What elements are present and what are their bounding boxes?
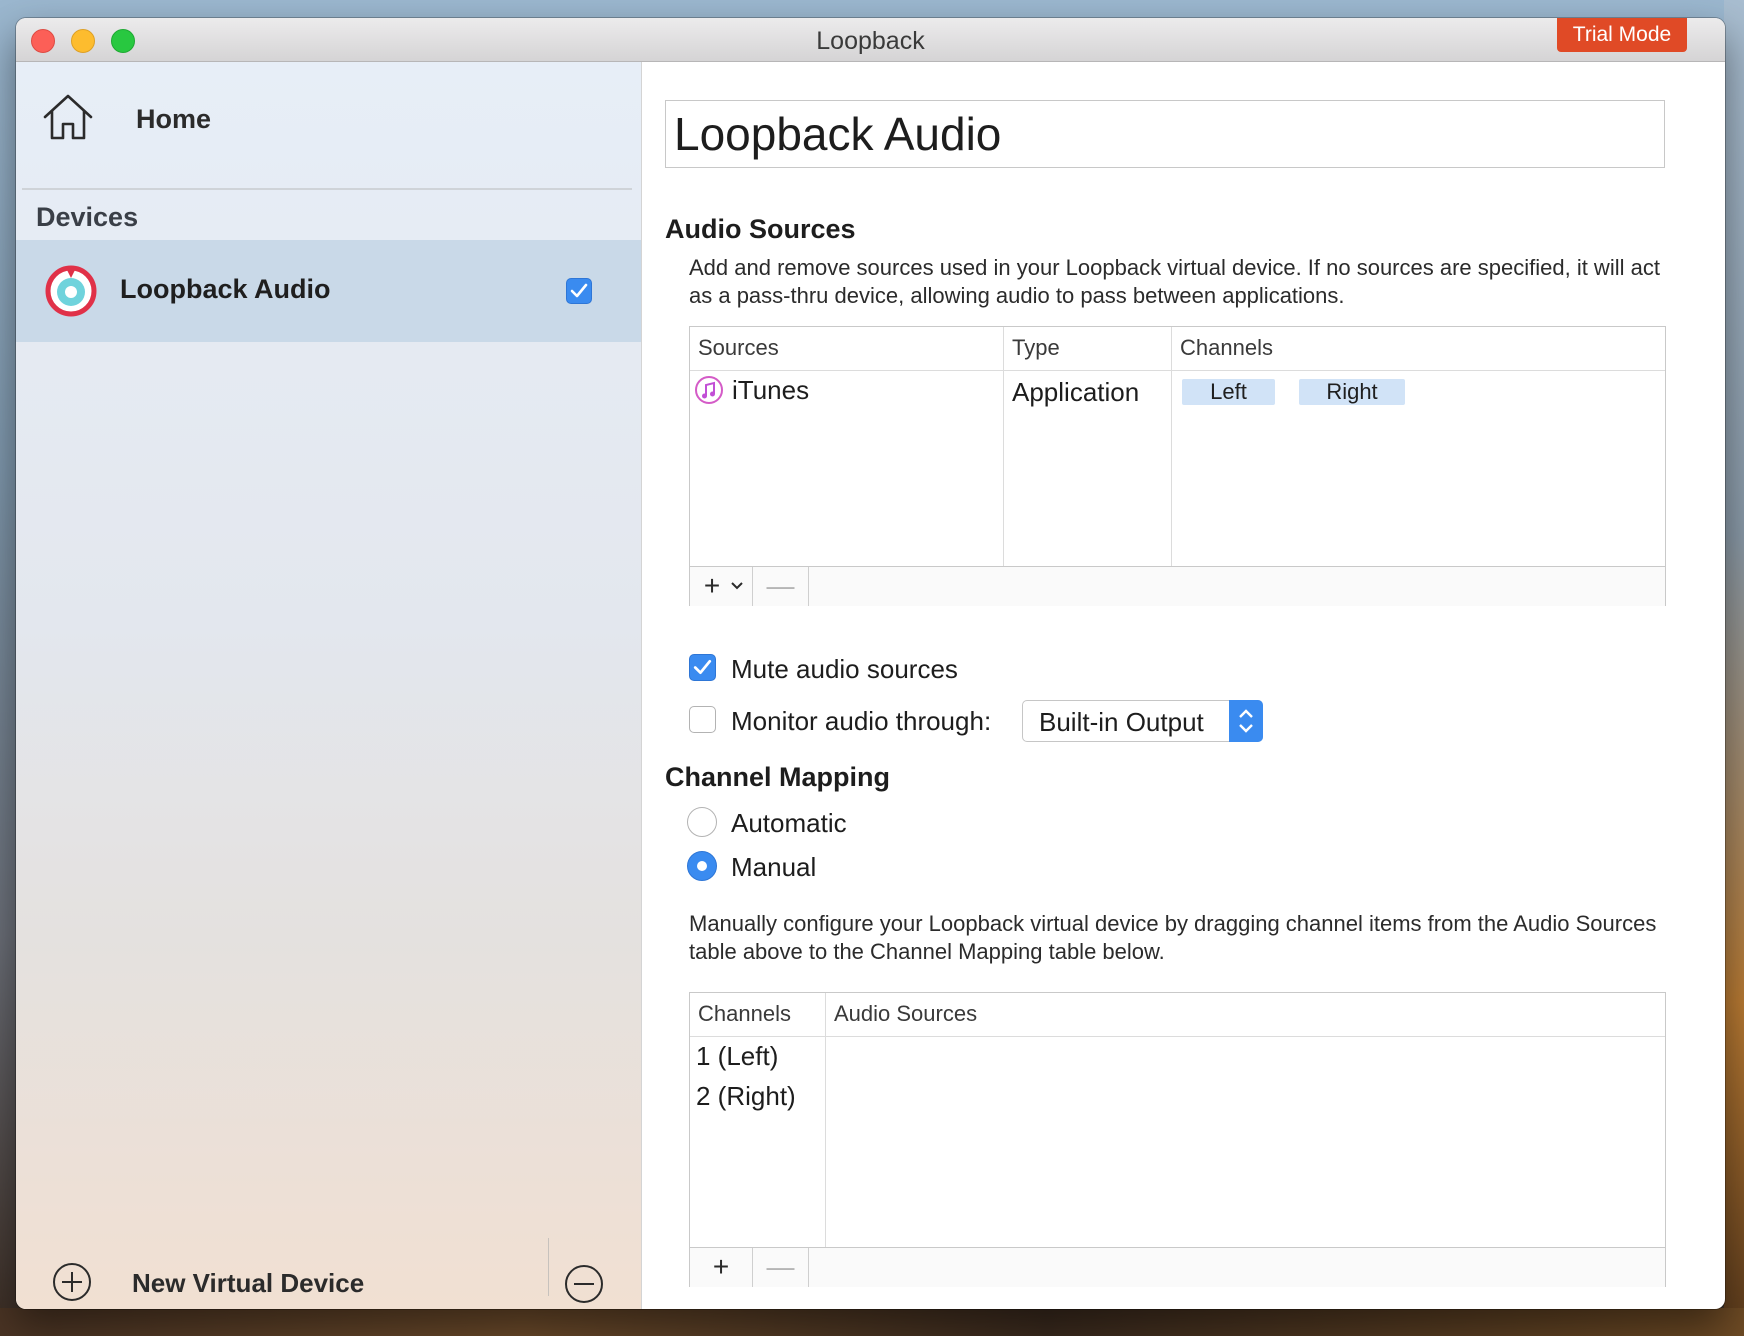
column-header-audio-sources[interactable]: Audio Sources	[826, 993, 1662, 1037]
channel-mapping-table[interactable]: Channels Audio Sources 1 (Left) 2 (Right…	[689, 992, 1666, 1287]
remove-icon: —	[766, 570, 795, 601]
channel-item-right[interactable]: Right	[1299, 379, 1405, 405]
monitor-output-select[interactable]: Built-in Output	[1022, 700, 1263, 742]
remove-source-button[interactable]: —	[753, 567, 809, 606]
header-divider	[690, 1036, 1665, 1037]
home-icon	[43, 94, 93, 140]
add-circle-icon	[53, 1263, 91, 1301]
new-virtual-device-label: New Virtual Device	[132, 1268, 365, 1298]
device-name-field[interactable]: Loopback Audio	[665, 100, 1665, 168]
source-name: iTunes	[732, 375, 810, 405]
trial-mode-badge[interactable]: Trial Mode	[1557, 18, 1687, 52]
select-arrows	[1229, 700, 1263, 742]
audio-sources-description: Add and remove sources used in your Loop…	[689, 255, 1660, 308]
column-header-channels[interactable]: Channels	[690, 993, 826, 1037]
channel-mapping-description: Manually configure your Loopback virtual…	[689, 911, 1657, 964]
chevron-down-icon	[731, 582, 743, 590]
automatic-radio[interactable]	[687, 807, 717, 837]
table-row[interactable]: 1 (Left)	[690, 1039, 825, 1077]
device-detail-panel: Loopback Audio Audio Sources Add and rem…	[643, 62, 1725, 1309]
device-label: Loopback Audio	[120, 274, 331, 304]
sidebar-divider	[22, 188, 632, 190]
monitor-audio-checkbox[interactable]	[689, 706, 716, 733]
table-row[interactable]: 2 (Right)	[690, 1079, 825, 1117]
audio-sources-toolbar: + —	[690, 566, 1665, 606]
checkmark-icon	[570, 283, 588, 298]
monitor-audio-label: Monitor audio through:	[731, 706, 992, 736]
devices-header: Devices	[36, 202, 139, 232]
desktop-background-right	[1724, 0, 1744, 1336]
window-title: Loopback	[816, 27, 925, 55]
table-row[interactable]: iTunes Application	[690, 371, 1665, 411]
column-divider	[1003, 327, 1004, 566]
column-divider	[1171, 327, 1172, 566]
audio-sources-title: Audio Sources	[665, 214, 856, 244]
remove-device-icon[interactable]	[564, 1264, 604, 1304]
mute-audio-sources-label: Mute audio sources	[731, 654, 958, 684]
sidebar-item-home[interactable]: Home	[42, 86, 602, 150]
home-label: Home	[136, 104, 212, 134]
channel-mapping-title: Channel Mapping	[665, 762, 890, 792]
add-icon: +	[703, 570, 721, 601]
add-icon: +	[712, 1251, 730, 1282]
itunes-icon	[695, 376, 723, 404]
loopback-device-icon	[45, 265, 97, 317]
column-header-sources[interactable]: Sources	[690, 327, 1004, 371]
title-bar[interactable]: Loopback Trial Mode	[16, 18, 1725, 62]
mute-audio-sources-checkbox[interactable]	[689, 654, 716, 681]
channel-label: 1 (Left)	[696, 1041, 779, 1071]
up-down-chevron-icon	[1239, 709, 1253, 733]
source-type: Application	[1012, 377, 1140, 407]
monitor-output-value: Built-in Output	[1039, 707, 1204, 737]
new-virtual-device-button[interactable]: New Virtual Device	[52, 1262, 472, 1306]
sidebar-item-loopback-audio[interactable]: Loopback Audio	[16, 240, 641, 342]
add-channel-button[interactable]: +	[690, 1248, 753, 1287]
checkmark-icon	[693, 659, 712, 675]
audio-sources-table[interactable]: Sources Type Channels iTunes Application…	[689, 326, 1666, 606]
column-divider	[825, 993, 826, 1247]
device-enabled-checkbox[interactable]	[566, 278, 592, 304]
manual-label: Manual	[731, 852, 817, 882]
channel-label: 2 (Right)	[696, 1081, 796, 1111]
manual-radio[interactable]	[687, 851, 717, 881]
channel-mapping-toolbar: + —	[690, 1247, 1665, 1287]
add-source-button[interactable]: +	[690, 567, 753, 606]
loopback-window: Loopback Trial Mode Home Devices Loopbac…	[16, 18, 1725, 1309]
desktop-background-bottom	[0, 1308, 1744, 1336]
automatic-label: Automatic	[731, 808, 847, 838]
sidebar-footer-divider	[548, 1238, 549, 1296]
column-header-channels[interactable]: Channels	[1172, 327, 1662, 371]
sidebar: Home Devices Loopback Audio New Virtual …	[16, 62, 642, 1309]
channel-item-left[interactable]: Left	[1182, 379, 1275, 405]
remove-icon: —	[766, 1251, 795, 1282]
column-header-type[interactable]: Type	[1004, 327, 1172, 371]
remove-channel-button[interactable]: —	[753, 1248, 809, 1287]
